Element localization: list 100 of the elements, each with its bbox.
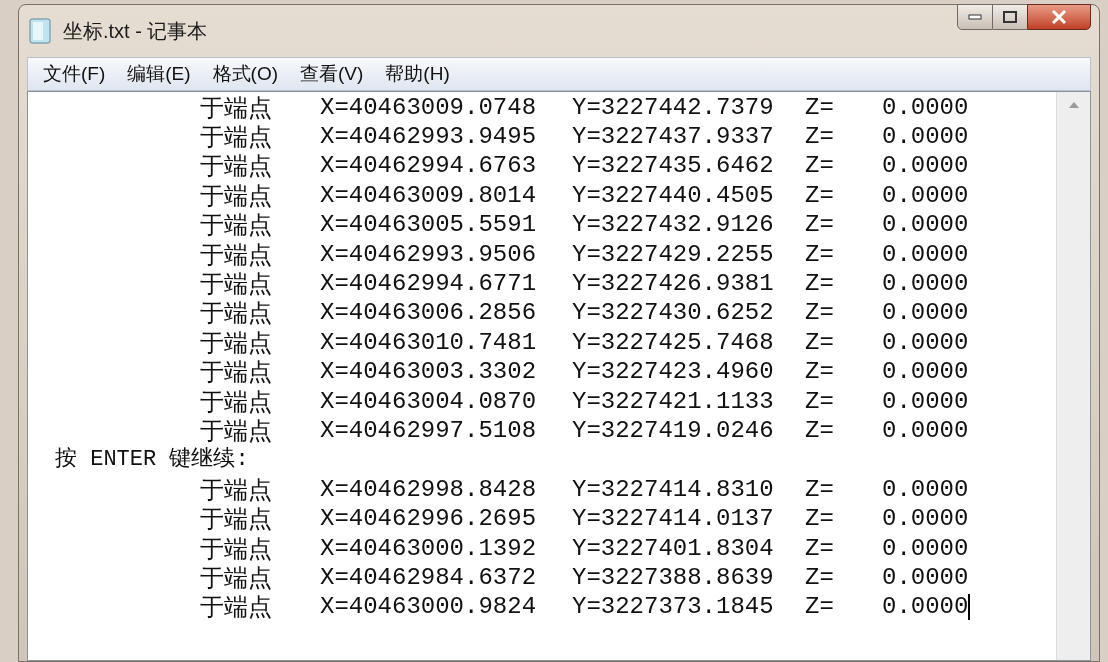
close-button[interactable] bbox=[1027, 4, 1091, 30]
y-coordinate: Y=3227425.7468 bbox=[572, 330, 775, 355]
y-coordinate: Y=3227432.9126 bbox=[572, 213, 775, 238]
z-coordinate: 0.0000 bbox=[882, 330, 969, 355]
point-label: 于端点 bbox=[199, 154, 273, 179]
z-coordinate: 0.0000 bbox=[882, 272, 969, 297]
x-coordinate: X=40463004.0870 bbox=[320, 389, 538, 414]
point-label: 于端点 bbox=[199, 125, 273, 150]
point-label: 于端点 bbox=[199, 360, 273, 385]
y-coordinate: Y=3227430.6252 bbox=[572, 301, 775, 326]
minimize-button[interactable] bbox=[957, 4, 993, 30]
x-coordinate: X=40463000.1392 bbox=[320, 536, 538, 561]
y-coordinate: Y=3227440.4505 bbox=[572, 183, 775, 208]
menu-item[interactable]: 查看(V) bbox=[300, 59, 364, 89]
point-label: 于端点 bbox=[199, 595, 273, 620]
x-coordinate: X=40463005.5591 bbox=[320, 213, 538, 238]
point-label: 于端点 bbox=[199, 272, 273, 297]
prompt-text: 按 ENTER 键继续: bbox=[55, 449, 249, 472]
point-label: 于端点 bbox=[199, 565, 273, 590]
x-coordinate: X=40463009.8014 bbox=[320, 183, 538, 208]
z-coordinate: 0.0000 bbox=[882, 595, 969, 620]
z-coordinate: 0.0000 bbox=[882, 536, 969, 561]
point-label: 于端点 bbox=[199, 242, 273, 267]
z-coordinate: 0.0000 bbox=[882, 389, 969, 414]
z-coordinate: 0.0000 bbox=[882, 154, 969, 179]
z-label: Z= bbox=[805, 389, 835, 414]
x-coordinate: X=40462993.9495 bbox=[320, 125, 538, 150]
y-coordinate: Y=3227388.8639 bbox=[572, 565, 775, 590]
x-coordinate: X=40462996.2695 bbox=[320, 507, 538, 532]
z-coordinate: 0.0000 bbox=[882, 477, 969, 502]
z-coordinate: 0.0000 bbox=[882, 360, 969, 385]
point-label: 于端点 bbox=[199, 183, 273, 208]
y-coordinate: Y=3227437.9337 bbox=[572, 125, 775, 150]
minimize-icon bbox=[968, 14, 982, 20]
x-coordinate: X=40462994.6763 bbox=[320, 154, 538, 179]
z-coordinate: 0.0000 bbox=[882, 95, 969, 120]
z-label: Z= bbox=[805, 125, 835, 150]
x-coordinate: X=40463010.7481 bbox=[320, 330, 538, 355]
y-coordinate: Y=3227419.0246 bbox=[572, 419, 775, 443]
x-coordinate: X=40463006.2856 bbox=[320, 301, 538, 326]
z-label: Z= bbox=[805, 272, 835, 297]
z-coordinate: 0.0000 bbox=[882, 565, 969, 590]
y-coordinate: Y=3227414.8310 bbox=[572, 477, 775, 502]
window-title: 坐标.txt - 记事本 bbox=[63, 19, 208, 44]
menu-item[interactable]: 格式(O) bbox=[212, 59, 279, 89]
x-coordinate: X=40462994.6771 bbox=[320, 272, 538, 297]
menu-item[interactable]: 编辑(E) bbox=[127, 59, 191, 89]
z-label: Z= bbox=[805, 330, 835, 355]
z-coordinate: 0.0000 bbox=[882, 419, 969, 443]
y-coordinate: Y=3227442.7379 bbox=[572, 95, 775, 120]
x-coordinate: X=40463009.0748 bbox=[320, 95, 538, 120]
z-label: Z= bbox=[805, 301, 835, 326]
z-label: Z= bbox=[805, 536, 835, 561]
y-coordinate: Y=3227414.0137 bbox=[572, 507, 775, 532]
z-coordinate: 0.0000 bbox=[882, 301, 969, 326]
y-coordinate: Y=3227426.9381 bbox=[572, 272, 775, 297]
point-label: 于端点 bbox=[199, 213, 273, 238]
y-coordinate: Y=3227421.1133 bbox=[572, 389, 775, 414]
z-label: Z= bbox=[805, 419, 835, 443]
z-label: Z= bbox=[805, 360, 835, 385]
point-label: 于端点 bbox=[199, 419, 273, 443]
point-label: 于端点 bbox=[199, 507, 273, 532]
z-label: Z= bbox=[805, 595, 835, 620]
x-coordinate: X=40463003.3302 bbox=[320, 360, 538, 385]
y-coordinate: Y=3227401.8304 bbox=[572, 536, 775, 561]
z-label: Z= bbox=[805, 183, 835, 208]
menu-item[interactable]: 帮助(H) bbox=[385, 59, 450, 89]
close-icon bbox=[1051, 10, 1067, 24]
z-coordinate: 0.0000 bbox=[882, 125, 969, 150]
z-coordinate: 0.0000 bbox=[882, 213, 969, 238]
z-coordinate: 0.0000 bbox=[882, 242, 969, 267]
y-coordinate: Y=3227423.4960 bbox=[572, 360, 775, 385]
z-label: Z= bbox=[805, 154, 835, 179]
y-coordinate: Y=3227435.6462 bbox=[572, 154, 775, 179]
z-coordinate: 0.0000 bbox=[882, 507, 969, 532]
vertical-scrollbar[interactable] bbox=[1056, 92, 1090, 660]
z-label: Z= bbox=[805, 95, 835, 120]
z-label: Z= bbox=[805, 213, 835, 238]
menu-item[interactable]: 文件(F) bbox=[43, 59, 106, 89]
x-coordinate: X=40463000.9824 bbox=[320, 595, 538, 620]
y-coordinate: Y=3227429.2255 bbox=[572, 242, 775, 267]
z-label: Z= bbox=[805, 477, 835, 502]
point-label: 于端点 bbox=[199, 536, 273, 561]
z-label: Z= bbox=[805, 565, 835, 590]
point-label: 于端点 bbox=[199, 301, 273, 326]
point-label: 于端点 bbox=[199, 389, 273, 414]
z-label: Z= bbox=[805, 507, 835, 532]
maximize-button[interactable] bbox=[993, 4, 1027, 30]
point-label: 于端点 bbox=[199, 330, 273, 355]
point-label: 于端点 bbox=[199, 95, 273, 120]
x-coordinate: X=40462997.5108 bbox=[320, 419, 538, 443]
maximize-icon bbox=[1003, 11, 1017, 23]
x-coordinate: X=40462984.6372 bbox=[320, 565, 538, 590]
notepad-icon bbox=[29, 18, 51, 44]
x-coordinate: X=40462993.9506 bbox=[320, 242, 538, 267]
point-label: 于端点 bbox=[199, 477, 273, 502]
text-cursor bbox=[968, 594, 971, 621]
z-coordinate: 0.0000 bbox=[882, 183, 969, 208]
z-label: Z= bbox=[805, 242, 835, 267]
y-coordinate: Y=3227373.1845 bbox=[572, 595, 775, 620]
